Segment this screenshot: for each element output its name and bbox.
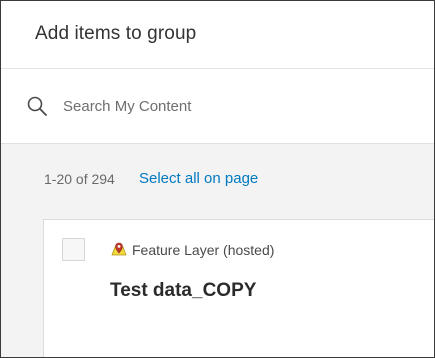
results-bar: 1-20 of 294 Select all on page	[1, 144, 434, 219]
content-item-card[interactable]: Feature Layer (hosted) Test data_COPY	[43, 219, 434, 357]
dialog-header: Add items to group	[1, 1, 434, 69]
feature-layer-icon	[110, 241, 128, 259]
item-checkbox[interactable]	[62, 238, 85, 261]
item-type-label: Feature Layer (hosted)	[132, 242, 275, 258]
dialog-title: Add items to group	[35, 23, 197, 44]
item-type-row: Feature Layer (hosted)	[110, 240, 274, 260]
item-title[interactable]: Test data_COPY	[110, 280, 256, 302]
select-all-link[interactable]: Select all on page	[139, 170, 258, 187]
add-items-dialog: Add items to group 1-20 of 294 Select al…	[0, 0, 435, 358]
search-bar	[1, 69, 434, 144]
search-input[interactable]	[63, 93, 403, 119]
search-icon	[26, 95, 48, 117]
results-count: 1-20 of 294	[44, 171, 115, 187]
